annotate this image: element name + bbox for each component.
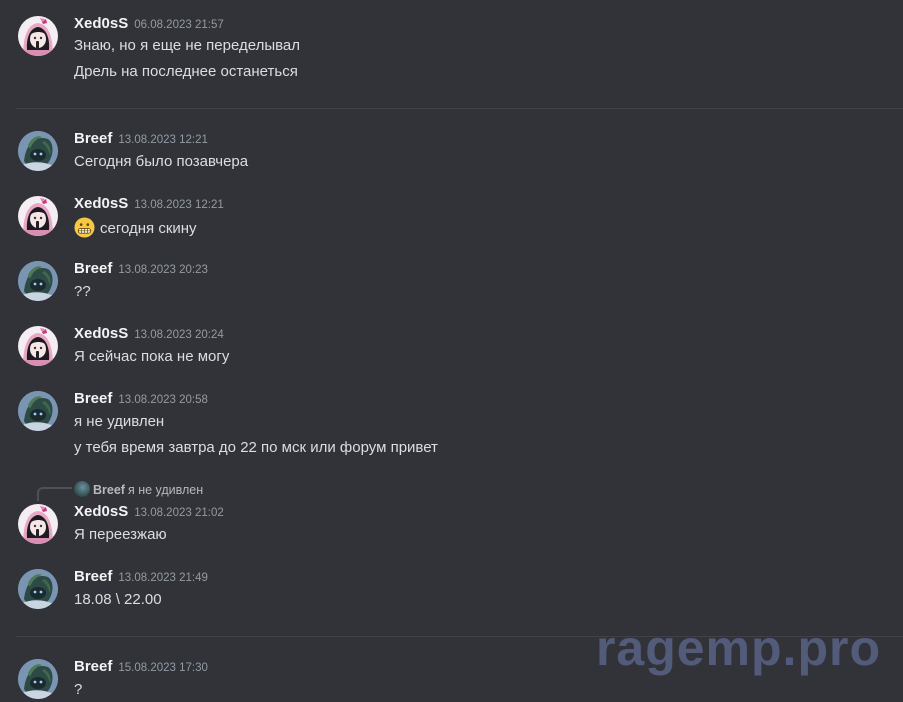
grimacing-face-emoji <box>74 217 95 238</box>
reply-connector <box>37 487 72 501</box>
message-header: Breef 13.08.2023 20:58 <box>74 390 208 410</box>
timestamp: 06.08.2023 21:57 <box>134 19 224 31</box>
message-text: Я сейчас пока не могу <box>74 348 230 365</box>
author-name[interactable]: Breef <box>74 390 112 407</box>
message-line: сегодня скину <box>74 217 197 238</box>
message-text: Я переезжаю <box>74 526 167 543</box>
author-name[interactable]: Xed0sS <box>74 325 128 342</box>
message-text: ? <box>74 681 83 698</box>
timestamp: 13.08.2023 12:21 <box>118 134 208 146</box>
message-text: сегодня скину <box>100 220 197 237</box>
message-header: Xed0sS 06.08.2023 21:57 <box>74 15 224 35</box>
avatar-breef[interactable] <box>18 569 58 609</box>
message-header: Breef 13.08.2023 21:49 <box>74 568 208 588</box>
message-header: Xed0sS 13.08.2023 12:21 <box>74 195 224 215</box>
message-text: 18.08 \ 22.00 <box>74 591 162 608</box>
message-text: у тебя время завтра до 22 по мск или фор… <box>74 439 438 456</box>
author-name[interactable]: Xed0sS <box>74 195 128 212</box>
message-header: Breef 15.08.2023 17:30 <box>74 658 208 678</box>
message-text: ?? <box>74 283 91 300</box>
timestamp: 13.08.2023 20:58 <box>118 394 208 406</box>
avatar-breef[interactable] <box>18 659 58 699</box>
reply-author: Breef <box>93 483 125 497</box>
timestamp: 13.08.2023 12:21 <box>134 199 224 211</box>
message-text: Сегодня было позавчера <box>74 153 249 170</box>
reply-preview[interactable]: Breef я не удивлен <box>74 481 203 497</box>
timestamp: 13.08.2023 20:24 <box>134 329 224 341</box>
author-name[interactable]: Breef <box>74 260 112 277</box>
message-header: Breef 13.08.2023 12:21 <box>74 130 208 150</box>
reply-avatar <box>74 481 90 497</box>
author-name[interactable]: Breef <box>74 130 112 147</box>
timestamp: 13.08.2023 21:02 <box>134 507 224 519</box>
avatar-xed0ss[interactable] <box>18 504 58 544</box>
avatar-breef[interactable] <box>18 131 58 171</box>
message-header: Breef 13.08.2023 20:23 <box>74 260 208 280</box>
timestamp: 15.08.2023 17:30 <box>118 662 208 674</box>
avatar-xed0ss[interactable] <box>18 16 58 56</box>
message-text: Дрель на последнее останеться <box>74 63 298 80</box>
message-text: я не удивлен <box>74 413 165 430</box>
avatar-xed0ss[interactable] <box>18 196 58 236</box>
author-name[interactable]: Xed0sS <box>74 15 128 32</box>
author-name[interactable]: Breef <box>74 568 112 585</box>
avatar-breef[interactable] <box>18 391 58 431</box>
watermark: ragemp.pro <box>595 620 881 676</box>
date-divider <box>16 108 903 109</box>
message-header: Xed0sS 13.08.2023 21:02 <box>74 503 224 523</box>
reply-text: я не удивлен <box>127 483 204 497</box>
author-name[interactable]: Xed0sS <box>74 503 128 520</box>
message-header: Xed0sS 13.08.2023 20:24 <box>74 325 224 345</box>
timestamp: 13.08.2023 20:23 <box>118 264 208 276</box>
chat-message-list: Xed0sS 06.08.2023 21:57 Знаю, но я еще не… <box>0 0 903 702</box>
author-name[interactable]: Breef <box>74 658 112 675</box>
timestamp: 13.08.2023 21:49 <box>118 572 208 584</box>
avatar-breef[interactable] <box>18 261 58 301</box>
avatar-xed0ss[interactable] <box>18 326 58 366</box>
message-text: Знаю, но я еще не переделывал <box>74 37 301 54</box>
